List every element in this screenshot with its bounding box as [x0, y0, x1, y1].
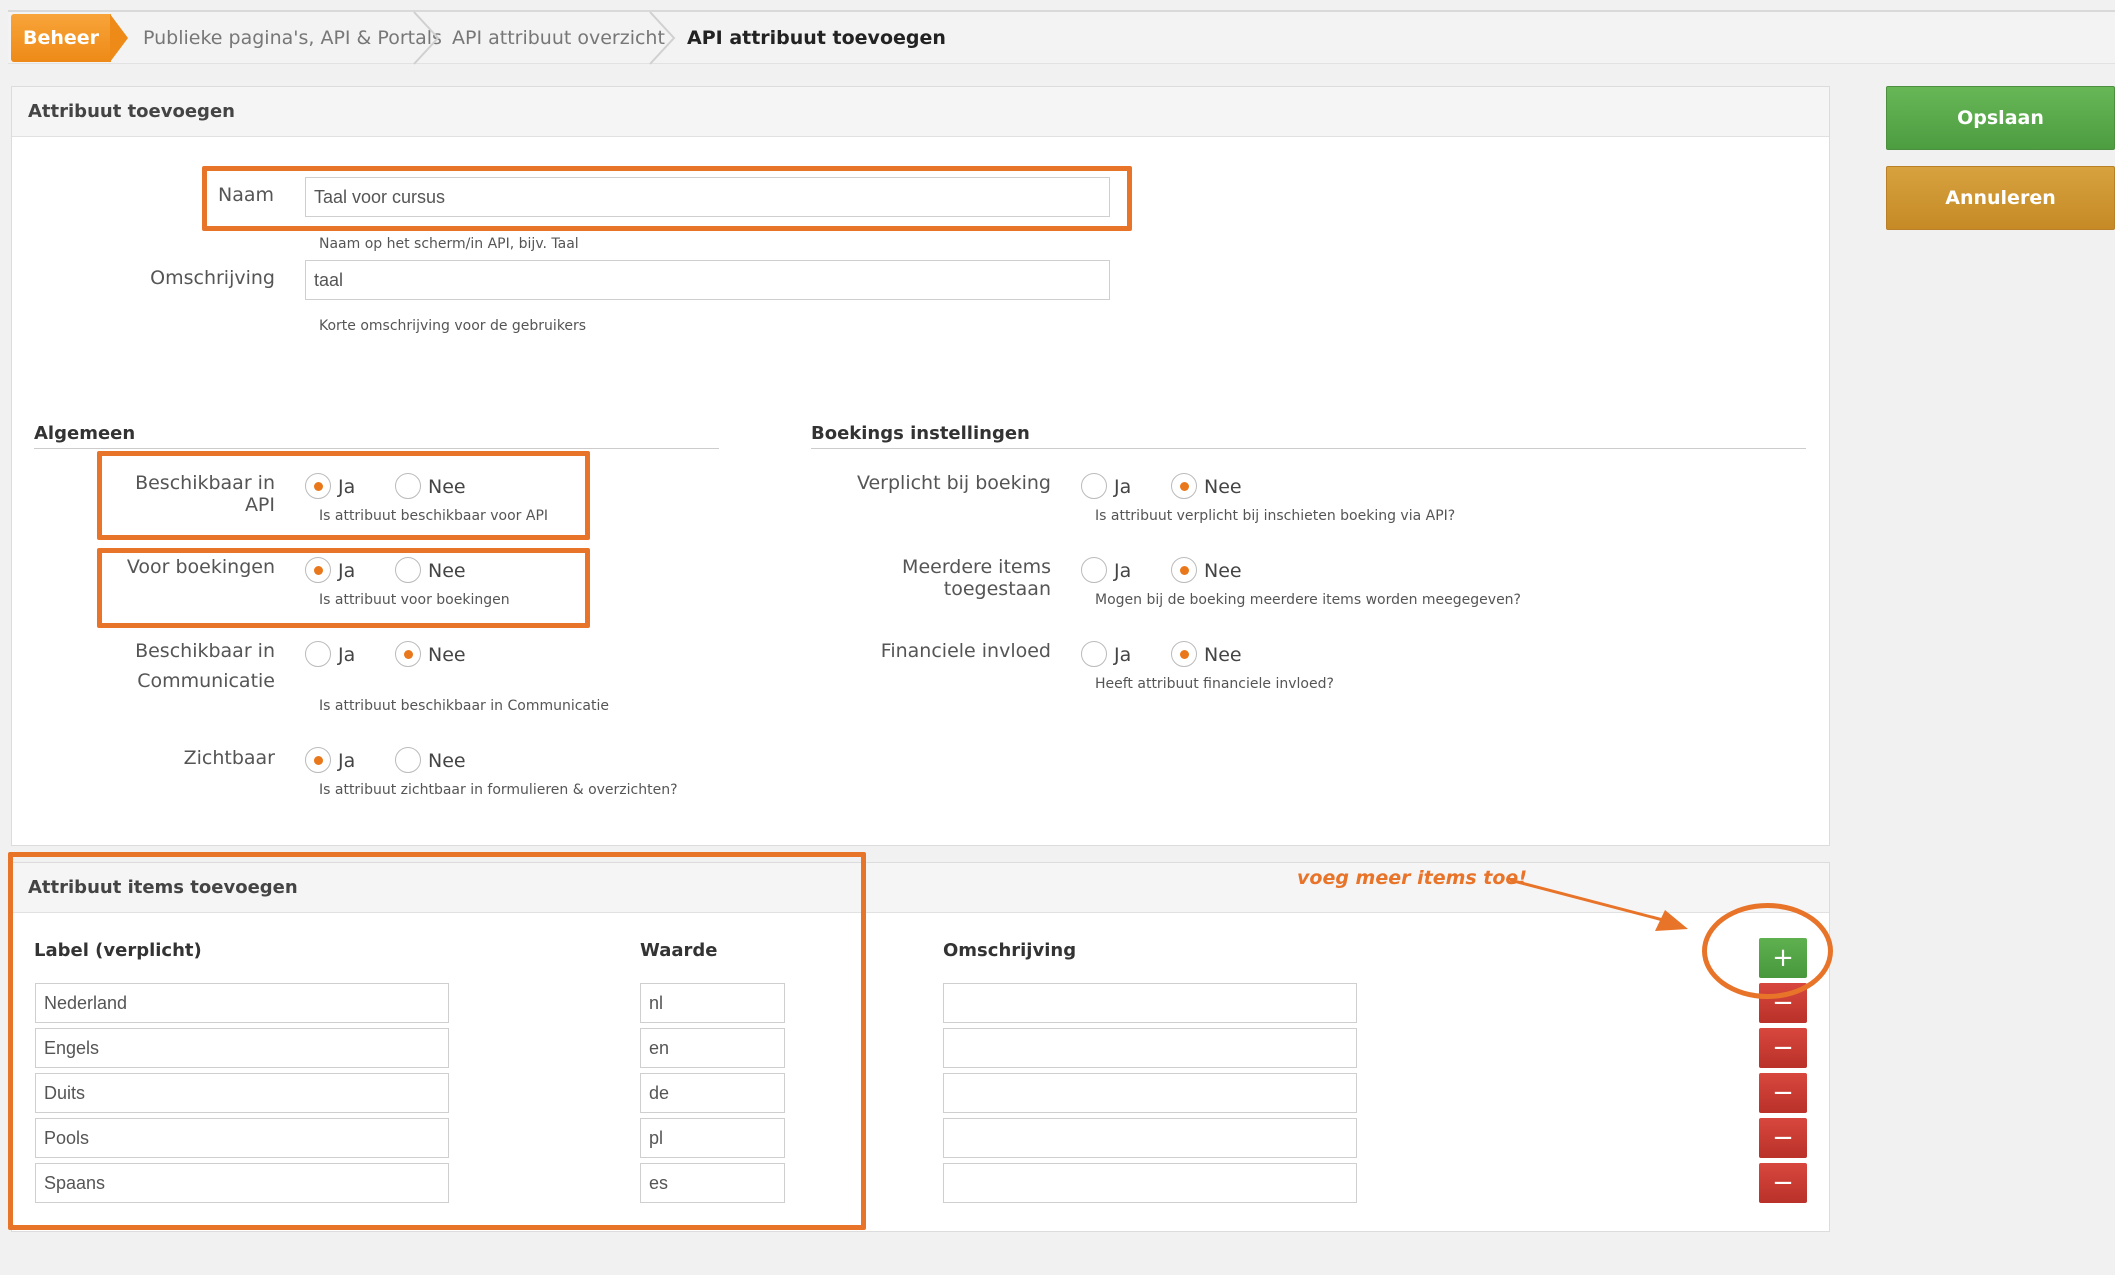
minus-icon: −	[1772, 1168, 1794, 1198]
multiple-items-label: Meerdere items toegestaan	[902, 556, 1051, 600]
required-on-booking-hint: Is attribuut verplicht bij inschieten bo…	[1095, 508, 1456, 524]
minus-icon: −	[1772, 1078, 1794, 1108]
available-in-communication-label: Beschikbaar in	[135, 640, 275, 662]
minus-icon: −	[1772, 1033, 1794, 1063]
available-in-communication-label-line2: Communicatie	[137, 670, 275, 692]
required-on-booking-no-radio[interactable]	[1171, 473, 1197, 499]
cancel-button-label: Annuleren	[1945, 187, 2056, 209]
item-description-input[interactable]	[943, 1073, 1357, 1113]
financial-impact-hint: Heeft attribuut financiele invloed?	[1095, 676, 1334, 692]
required-on-booking-yes-radio[interactable]	[1081, 473, 1107, 499]
remove-item-button[interactable]: −	[1759, 1073, 1807, 1113]
available-in-communication-no-radio[interactable]	[395, 641, 421, 667]
item-description-input[interactable]	[943, 1028, 1357, 1068]
breadcrumb-item-current: API attribuut toevoegen	[687, 27, 946, 49]
name-hint: Naam op het scherm/in API, bijv. Taal	[319, 236, 579, 252]
description-label: Omschrijving	[150, 267, 275, 289]
radio-label-yes: Ja	[1114, 644, 1132, 666]
save-button[interactable]: Opslaan	[1886, 86, 2115, 150]
financial-impact-yes-radio[interactable]	[1081, 641, 1107, 667]
description-hint: Korte omschrijving voor de gebruikers	[319, 318, 587, 334]
multiple-items-no-radio[interactable]	[1171, 557, 1197, 583]
radio-label-yes: Ja	[1114, 476, 1132, 498]
booking-section-title: Boekings instellingen	[811, 423, 1806, 449]
column-header-description: Omschrijving	[943, 940, 1077, 961]
highlight-for-bookings	[97, 548, 590, 628]
visible-label: Zichtbaar	[183, 747, 275, 769]
remove-item-button[interactable]: −	[1759, 1163, 1807, 1203]
breadcrumb-item-attribute-overview[interactable]: API attribuut overzicht	[452, 14, 665, 62]
annotation-arrow-icon	[1509, 878, 1688, 931]
item-description-input[interactable]	[943, 1118, 1357, 1158]
radio-label-yes: Ja	[1114, 560, 1132, 582]
attribute-panel-title: Attribuut toevoegen	[12, 87, 1829, 137]
remove-item-button[interactable]: −	[1759, 1028, 1807, 1068]
radio-label-no: Nee	[428, 750, 466, 772]
visible-hint: Is attribuut zichtbaar in formulieren & …	[319, 782, 678, 798]
radio-label-yes: Ja	[338, 750, 356, 772]
required-on-booking-label: Verplicht bij boeking	[856, 472, 1051, 494]
radio-label-no: Nee	[1204, 560, 1242, 582]
available-in-communication-hint: Is attribuut beschikbaar in Communicatie	[319, 698, 609, 714]
item-description-input[interactable]	[943, 1163, 1357, 1203]
multiple-items-hint: Mogen bij de boeking meerdere items word…	[1095, 592, 1521, 608]
breadcrumb-item-public-pages[interactable]: Publieke pagina's, API & Portals	[143, 14, 442, 62]
radio-label-no: Nee	[428, 644, 466, 666]
remove-item-button[interactable]: −	[1759, 1118, 1807, 1158]
breadcrumb-arrow	[110, 14, 128, 62]
cancel-button[interactable]: Annuleren	[1886, 166, 2115, 230]
breadcrumb-separator	[413, 11, 440, 65]
breadcrumb-separator	[649, 11, 676, 65]
breadcrumb-item-beheer[interactable]: Beheer	[11, 14, 111, 62]
radio-label-no: Nee	[1204, 476, 1242, 498]
financial-impact-no-radio[interactable]	[1171, 641, 1197, 667]
multiple-items-yes-radio[interactable]	[1081, 557, 1107, 583]
highlight-items-table	[8, 852, 866, 1230]
highlight-add-button-circle	[1702, 903, 1833, 999]
description-input[interactable]: taal	[305, 260, 1110, 300]
highlight-name	[202, 166, 1132, 231]
radio-label-yes: Ja	[338, 644, 356, 666]
item-description-input[interactable]	[943, 983, 1357, 1023]
minus-icon: −	[1772, 1123, 1794, 1153]
annotation-callout: voeg meer items toe!	[1297, 867, 1527, 889]
visible-no-radio[interactable]	[395, 747, 421, 773]
general-section-title: Algemeen	[34, 423, 719, 449]
available-in-communication-yes-radio[interactable]	[305, 641, 331, 667]
visible-yes-radio[interactable]	[305, 747, 331, 773]
save-button-label: Opslaan	[1957, 107, 2044, 129]
financial-impact-label: Financiele invloed	[880, 640, 1051, 662]
highlight-available-in-api	[97, 451, 590, 540]
radio-label-no: Nee	[1204, 644, 1242, 666]
